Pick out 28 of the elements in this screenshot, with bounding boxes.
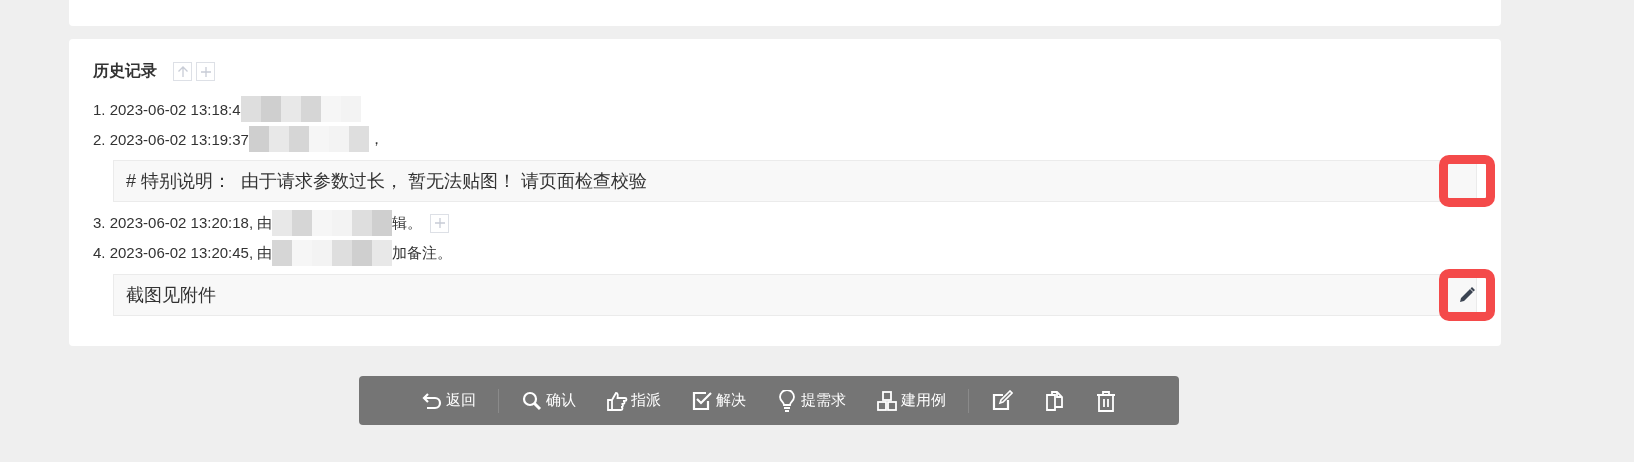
blocks-button[interactable]: 建用例 bbox=[864, 389, 958, 412]
note-text: # 特别说明： 由于请求参数过长， 暂无法贴图！ 请页面检查校验 bbox=[126, 170, 647, 193]
history-entry-text: 加备注。 bbox=[392, 243, 453, 263]
history-entry-text: 2. 2023-06-02 13:19:37 bbox=[93, 130, 249, 148]
check-button[interactable]: 解决 bbox=[679, 389, 758, 412]
note-text: 截图见附件 bbox=[126, 284, 216, 307]
pencil-icon[interactable] bbox=[1458, 286, 1476, 304]
history-entry-text: 1. 2023-06-02 13:18:4 bbox=[93, 100, 241, 118]
thumb-button[interactable]: 指派 bbox=[594, 389, 673, 412]
thumb-icon bbox=[606, 389, 628, 412]
plus-icon bbox=[433, 217, 446, 229]
section-title: 历史记录 bbox=[93, 61, 157, 81]
copy-icon bbox=[1043, 389, 1065, 412]
bulb-icon bbox=[776, 389, 798, 412]
history-entry-text: 辑。 bbox=[392, 213, 423, 233]
arrow-up-icon bbox=[176, 65, 189, 78]
bulb-button[interactable]: 提需求 bbox=[764, 389, 858, 412]
check-icon bbox=[691, 389, 713, 412]
history-entry-text: 3. 2023-06-02 13:20:18, 由 bbox=[93, 213, 273, 233]
trash-icon bbox=[1095, 389, 1117, 412]
search-icon bbox=[521, 389, 543, 412]
search-button[interactable]: 确认 bbox=[509, 389, 588, 412]
edit-icon bbox=[991, 389, 1013, 412]
plus-icon bbox=[199, 65, 212, 78]
history-entry-text: ， bbox=[368, 129, 384, 149]
back-button[interactable]: 返回 bbox=[409, 389, 488, 412]
blocks-icon bbox=[876, 389, 898, 412]
history-entry-text: 4. 2023-06-02 13:20:45, 由 bbox=[93, 243, 273, 263]
